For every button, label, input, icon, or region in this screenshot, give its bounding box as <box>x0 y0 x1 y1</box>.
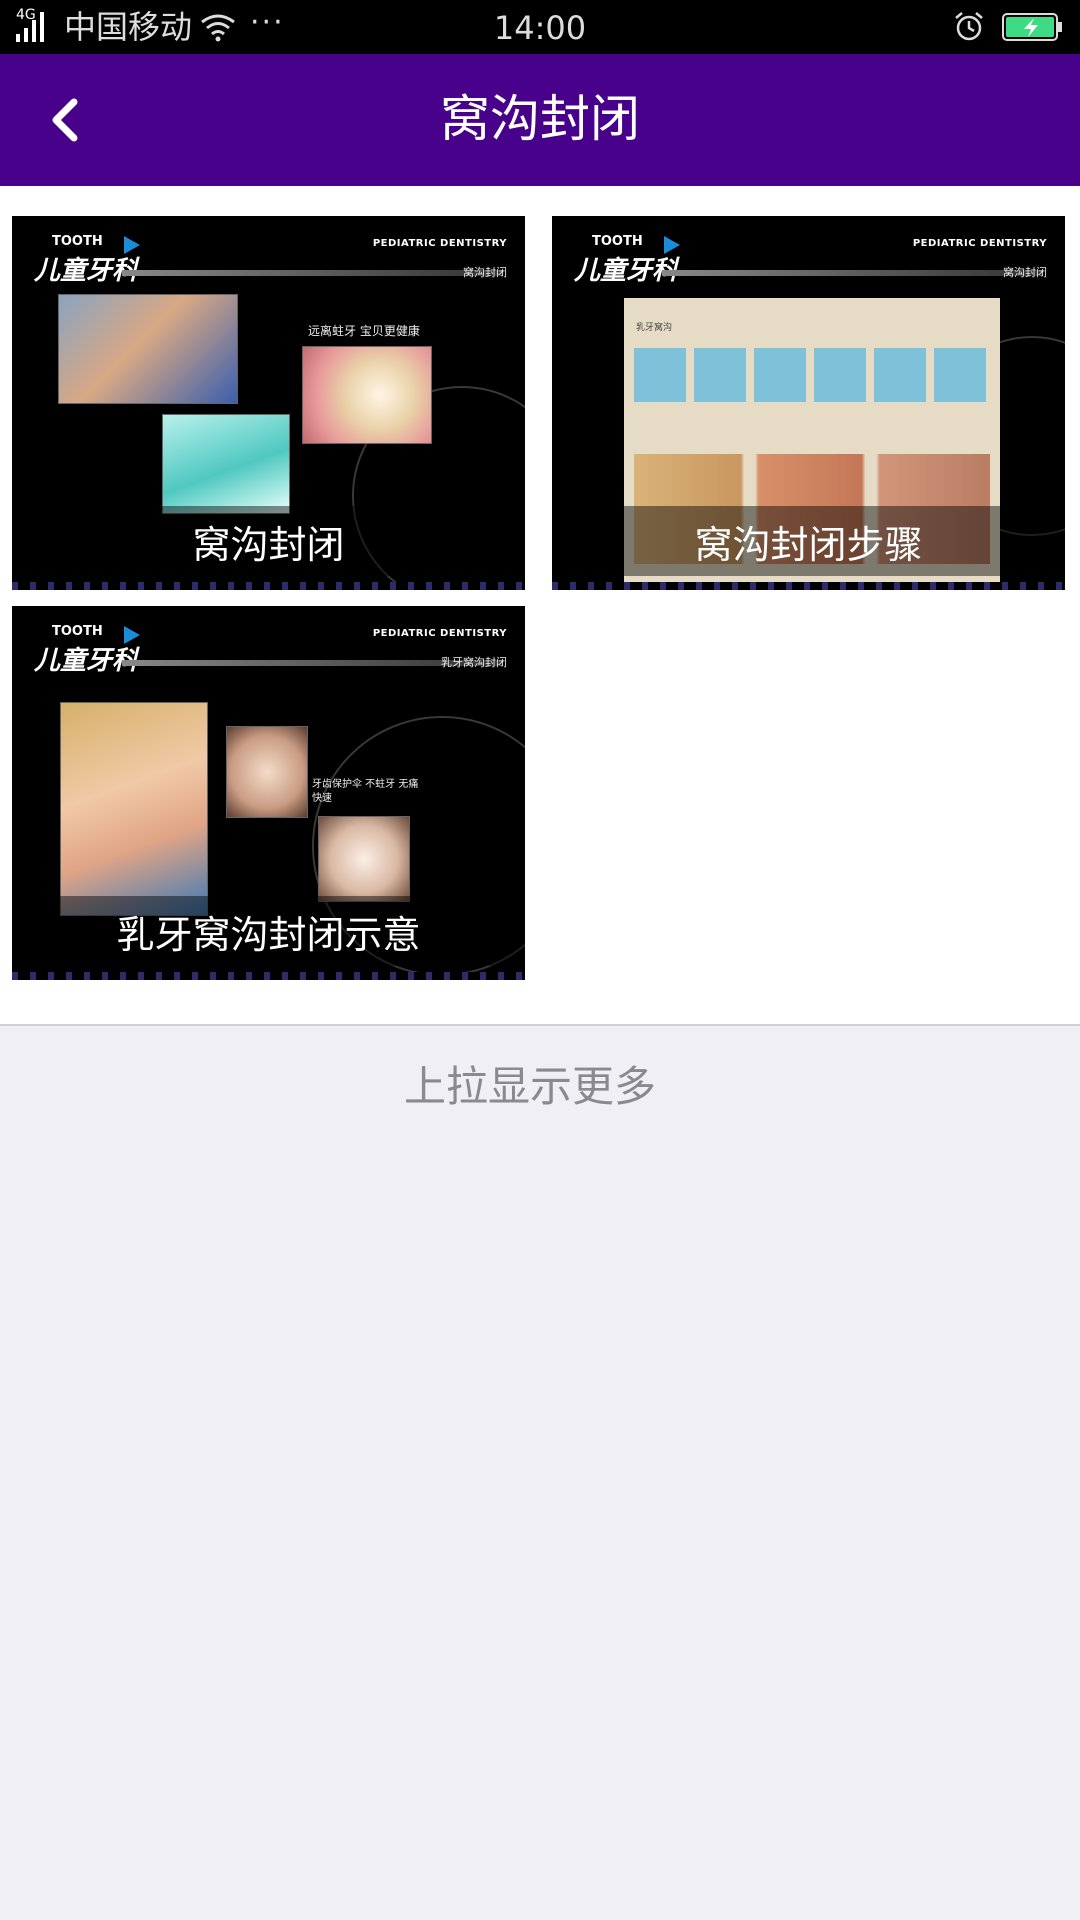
video-card[interactable]: TOOTH 儿童牙科 PEDIATRIC DENTISTRY 窝沟封闭 远离蛀牙… <box>12 216 525 590</box>
brand-title: 儿童牙科 <box>574 256 679 286</box>
battery-charging-icon <box>1002 13 1062 41</box>
brand-divider <box>122 270 502 276</box>
pediatric-dentistry-label: PEDIATRIC DENTISTRY <box>372 238 507 249</box>
slide-subtitle: 乳牙窝沟封闭 <box>441 656 507 669</box>
list-divider <box>0 1024 1080 1026</box>
video-caption: 窝沟封闭 <box>192 523 345 567</box>
video-caption: 窝沟封闭步骤 <box>694 523 923 567</box>
slide-note: 远离蛀牙 宝贝更健康 <box>308 324 420 338</box>
slide-note: 乳牙窝沟 <box>636 323 673 333</box>
brand-tooth-label: TOOTH <box>52 234 103 249</box>
child-photo <box>58 294 238 404</box>
video-grid: TOOTH 儿童牙科 PEDIATRIC DENTISTRY 窝沟封闭 远离蛀牙… <box>0 186 1080 1024</box>
slide-note: 牙齿保护伞 不蛀牙 无痛 快速 <box>312 779 419 804</box>
play-arrow-icon <box>124 236 140 254</box>
film-strip <box>12 582 525 590</box>
pediatric-dentistry-label: PEDIATRIC DENTISTRY <box>372 628 507 639</box>
pediatric-dentistry-label: PEDIATRIC DENTISTRY <box>912 238 1047 249</box>
tooth-illustration <box>162 414 290 514</box>
molar-illustration <box>302 346 432 444</box>
molar-photo <box>226 726 308 818</box>
molar-photo <box>318 816 410 902</box>
alarm-icon <box>955 12 983 41</box>
brand-title: 儿童牙科 <box>34 256 139 286</box>
brand-title: 儿童牙科 <box>34 646 139 676</box>
step-diagram-row <box>634 348 990 402</box>
status-bar: 4G 中国移动 ··· 14:00 <box>0 0 1080 54</box>
film-strip <box>552 582 1065 590</box>
brand-divider <box>662 270 1042 276</box>
clock-time: 14:00 <box>493 9 587 47</box>
video-caption: 乳牙窝沟封闭示意 <box>116 913 421 957</box>
play-arrow-icon <box>664 236 680 254</box>
brand-tooth-label: TOOTH <box>592 234 643 249</box>
child-photo <box>60 702 208 916</box>
slide-subtitle: 窝沟封闭 <box>1003 266 1047 279</box>
brand-tooth-label: TOOTH <box>52 624 103 639</box>
video-card[interactable]: TOOTH 儿童牙科 PEDIATRIC DENTISTRY 乳牙窝沟封闭 牙齿… <box>12 606 525 980</box>
page-title: 窝沟封闭 <box>440 90 640 148</box>
film-strip <box>12 972 525 980</box>
play-arrow-icon <box>124 626 140 644</box>
title-bar: 窝沟封闭 <box>0 54 1080 186</box>
video-card[interactable]: TOOTH 儿童牙科 PEDIATRIC DENTISTRY 窝沟封闭 乳牙窝沟… <box>552 216 1065 590</box>
pull-to-load-hint: 上拉显示更多 <box>403 1062 656 1111</box>
slide-subtitle: 窝沟封闭 <box>463 266 507 279</box>
